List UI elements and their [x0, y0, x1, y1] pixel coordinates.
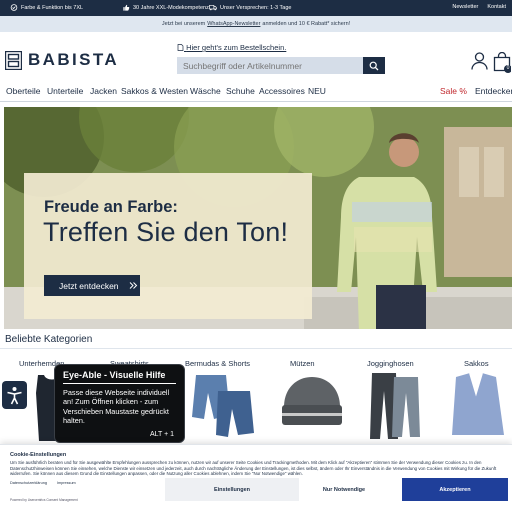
tooltip-shortcut: ALT + 1 — [149, 431, 174, 438]
nav-item-sale[interactable]: Sale % — [440, 86, 467, 96]
cart-button[interactable]: 0 — [493, 52, 511, 74]
cart-count-badge: 0 — [506, 65, 510, 71]
document-icon — [177, 44, 184, 51]
nav-item-oberteile[interactable]: Oberteile — [6, 86, 41, 96]
cookie-text: Um Sie ausführlich beraten und für Sie a… — [10, 460, 497, 477]
top-bar: Farbe & Funktion bis 7XL 30 Jahre XXL-Mo… — [0, 0, 512, 16]
accessibility-person-icon — [7, 386, 22, 404]
usp-text: 30 Jahre XXL-Modekompetenz — [133, 4, 209, 11]
nav-item-unterteile[interactable]: Unterteile — [47, 86, 83, 96]
nav-item-schuhe[interactable]: Schuhe — [226, 86, 255, 96]
tooltip-title: Eye-Able - Visuelle Hilfe — [63, 370, 166, 380]
nav-item-sakkos-westen[interactable]: Sakkos & Westen — [121, 86, 188, 96]
newsletter-link[interactable]: Newsletter — [452, 4, 478, 10]
main-nav: Oberteile Unterteile Jacken Sakkos & Wes… — [0, 83, 512, 102]
user-icon — [471, 52, 488, 70]
thumbs-up-icon — [123, 4, 130, 11]
usp-text: Farbe & Funktion bis 7XL — [21, 4, 84, 11]
promo-text-after: anmelden und 10 € Rabatt* sichern! — [262, 21, 351, 27]
truck-icon — [209, 4, 217, 11]
logo-text: BABISTA — [28, 50, 120, 69]
hero-cta-button[interactable]: Jetzt entdecken — [44, 275, 140, 296]
usp-item: Farbe & Funktion bis 7XL — [10, 4, 83, 11]
imprint-link[interactable]: Impressum — [57, 481, 76, 485]
cookie-title: Cookie-Einstellungen — [10, 452, 67, 458]
nav-item-accessoires[interactable]: Accessoires — [259, 86, 305, 96]
promo-bar: Jetzt bei unserem WhatsApp-Newsletter an… — [0, 16, 512, 32]
categories-divider — [0, 348, 512, 349]
search-icon — [369, 61, 379, 70]
cookie-banner: Cookie-Einstellungen Um Sie ausführlich … — [0, 444, 512, 512]
hero-text-card: Freude an Farbe: Treffen Sie den Ton! Je… — [24, 173, 312, 319]
tooltip-body: Passe diese Webseite individuell an! Zum… — [63, 388, 170, 425]
order-form-link[interactable]: Hier geht's zum Bestellschein. — [177, 43, 286, 52]
nav-item-waesche[interactable]: Wäsche — [190, 86, 221, 96]
usp-text: Unser Versprechen: 1-3 Tage — [220, 4, 292, 11]
category-image-blazer[interactable] — [442, 369, 510, 441]
accessibility-tooltip: Eye-Able - Visuelle Hilfe Passe diese We… — [54, 364, 185, 443]
cookie-accept-button[interactable]: Akzeptieren — [402, 478, 508, 501]
usp-item: Unser Versprechen: 1-3 Tage — [209, 4, 291, 11]
nav-item-neu[interactable]: NEU — [308, 86, 326, 96]
logo[interactable]: BABISTA — [5, 50, 119, 70]
hero-banner[interactable]: Freude an Farbe: Treffen Sie den Ton! Je… — [4, 107, 512, 329]
tooltip-divider — [63, 383, 176, 384]
category-label[interactable]: Jogginghosen — [367, 359, 414, 368]
cookie-powered-by: Powered by Usercentrics Consent Manageme… — [10, 498, 78, 502]
hero-title-line2: Treffen Sie den Ton! — [43, 217, 289, 247]
hero-title-line1: Freude an Farbe: — [44, 198, 178, 216]
usp-item: 30 Jahre XXL-Modekompetenz — [122, 4, 209, 11]
double-chevron-right-icon — [129, 282, 137, 289]
category-label[interactable]: Bermudas & Shorts — [185, 359, 250, 368]
search-input[interactable] — [177, 57, 363, 74]
category-label[interactable]: Mützen — [290, 359, 315, 368]
check-badge-icon — [10, 4, 18, 11]
account-button[interactable] — [471, 52, 488, 70]
whatsapp-newsletter-link[interactable]: WhatsApp-Newsletter — [207, 21, 260, 27]
top-links: Newsletter Kontakt — [452, 4, 506, 10]
contact-link[interactable]: Kontakt — [487, 4, 506, 10]
hero-cta-label: Jetzt entdecken — [59, 280, 119, 291]
category-label[interactable]: Sakkos — [464, 359, 489, 368]
order-form-link-text: Hier geht's zum Bestellschein. — [186, 43, 287, 52]
cookie-necessary-button[interactable]: Nur Notwendige — [277, 478, 411, 501]
promo-text-before: Jetzt bei unserem — [161, 21, 206, 27]
babista-logo-icon — [5, 50, 22, 70]
cookie-links: Datenschutzerklärung Impressum — [10, 481, 76, 485]
privacy-policy-link[interactable]: Datenschutzerklärung — [10, 481, 47, 485]
category-image-bermudas[interactable] — [190, 369, 258, 441]
nav-item-jacken[interactable]: Jacken — [90, 86, 117, 96]
category-image-beanie[interactable] — [278, 369, 346, 441]
categories-title: Beliebte Kategorien — [5, 334, 93, 345]
nav-item-entdecken[interactable]: Entdecken — [475, 86, 512, 96]
accessibility-widget-button[interactable] — [2, 381, 27, 409]
category-image-joggers[interactable] — [364, 369, 432, 441]
search-button[interactable] — [363, 57, 385, 74]
